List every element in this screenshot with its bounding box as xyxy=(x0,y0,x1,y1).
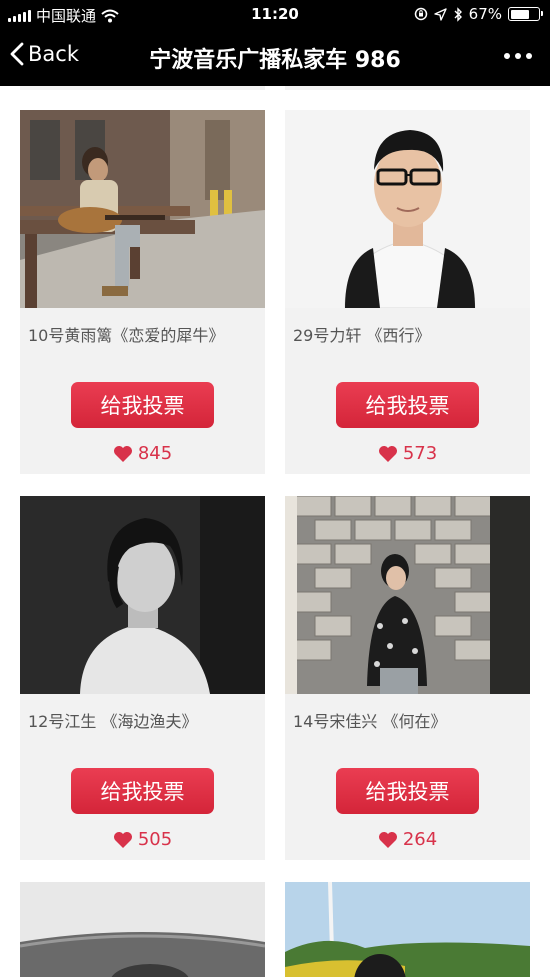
contestant-card: 12号江生 《海边渔夫》 给我投票 505 xyxy=(20,496,265,860)
contestant-card: 10号黄雨篱《恋爱的犀牛》 给我投票 845 xyxy=(20,110,265,474)
contestant-photo[interactable] xyxy=(285,496,530,694)
contestant-card: 14号宋佳兴 《何在》 给我投票 264 xyxy=(285,496,530,860)
vote-count: 845 xyxy=(20,443,265,464)
contestant-photo[interactable] xyxy=(20,110,265,308)
contestant-photo[interactable] xyxy=(20,496,265,694)
vote-count: 264 xyxy=(285,829,530,850)
back-button[interactable]: Back xyxy=(10,42,79,66)
contestant-caption: 10号黄雨篱《恋爱的犀牛》 xyxy=(28,326,225,345)
vote-count-value: 573 xyxy=(402,443,438,464)
contestant-caption: 14号宋佳兴 《何在》 xyxy=(293,712,447,731)
contestant-card-partial xyxy=(20,882,265,977)
vote-button[interactable]: 给我投票 xyxy=(336,768,479,814)
heart-icon xyxy=(113,445,132,462)
chevron-left-icon xyxy=(10,42,24,66)
contestant-photo[interactable] xyxy=(285,110,530,308)
heart-icon xyxy=(113,831,132,848)
location-icon xyxy=(433,7,447,21)
vote-count-value: 264 xyxy=(402,829,438,850)
contestant-card-partial xyxy=(285,882,530,977)
bluetooth-icon xyxy=(454,6,462,22)
page-title: 宁波音乐广播私家车 986 xyxy=(149,48,401,73)
vote-button[interactable]: 给我投票 xyxy=(336,382,479,428)
more-dots-icon[interactable] xyxy=(504,53,532,59)
status-bar: 中国联通 11:20 67% xyxy=(0,0,550,28)
vote-count: 505 xyxy=(20,829,265,850)
contestant-photo[interactable] xyxy=(285,882,530,977)
previous-card-edge xyxy=(20,86,265,90)
vote-count: 573 xyxy=(285,443,530,464)
contestant-caption: 29号力轩 《西行》 xyxy=(293,326,431,345)
nav-bar: Back 宁波音乐广播私家车 986 xyxy=(0,28,550,86)
battery-percent: 67% xyxy=(468,5,502,23)
contestant-grid: 10号黄雨篱《恋爱的犀牛》 给我投票 845 29号力轩 《西行》 给我投票 5… xyxy=(0,86,550,977)
previous-card-edge xyxy=(285,86,530,90)
vote-button[interactable]: 给我投票 xyxy=(71,382,214,428)
contestant-card: 29号力轩 《西行》 给我投票 573 xyxy=(285,110,530,474)
heart-icon xyxy=(378,445,397,462)
back-label: Back xyxy=(28,42,79,66)
status-right: 67% xyxy=(414,5,543,23)
heart-icon xyxy=(378,831,397,848)
contestant-caption: 12号江生 《海边渔夫》 xyxy=(28,712,198,731)
battery-fill xyxy=(510,9,529,19)
vote-button[interactable]: 给我投票 xyxy=(71,768,214,814)
battery-icon xyxy=(508,7,543,21)
orientation-lock-icon xyxy=(414,7,427,21)
contestant-photo[interactable] xyxy=(20,882,265,977)
vote-count-value: 505 xyxy=(137,829,173,850)
vote-count-value: 845 xyxy=(137,443,173,464)
